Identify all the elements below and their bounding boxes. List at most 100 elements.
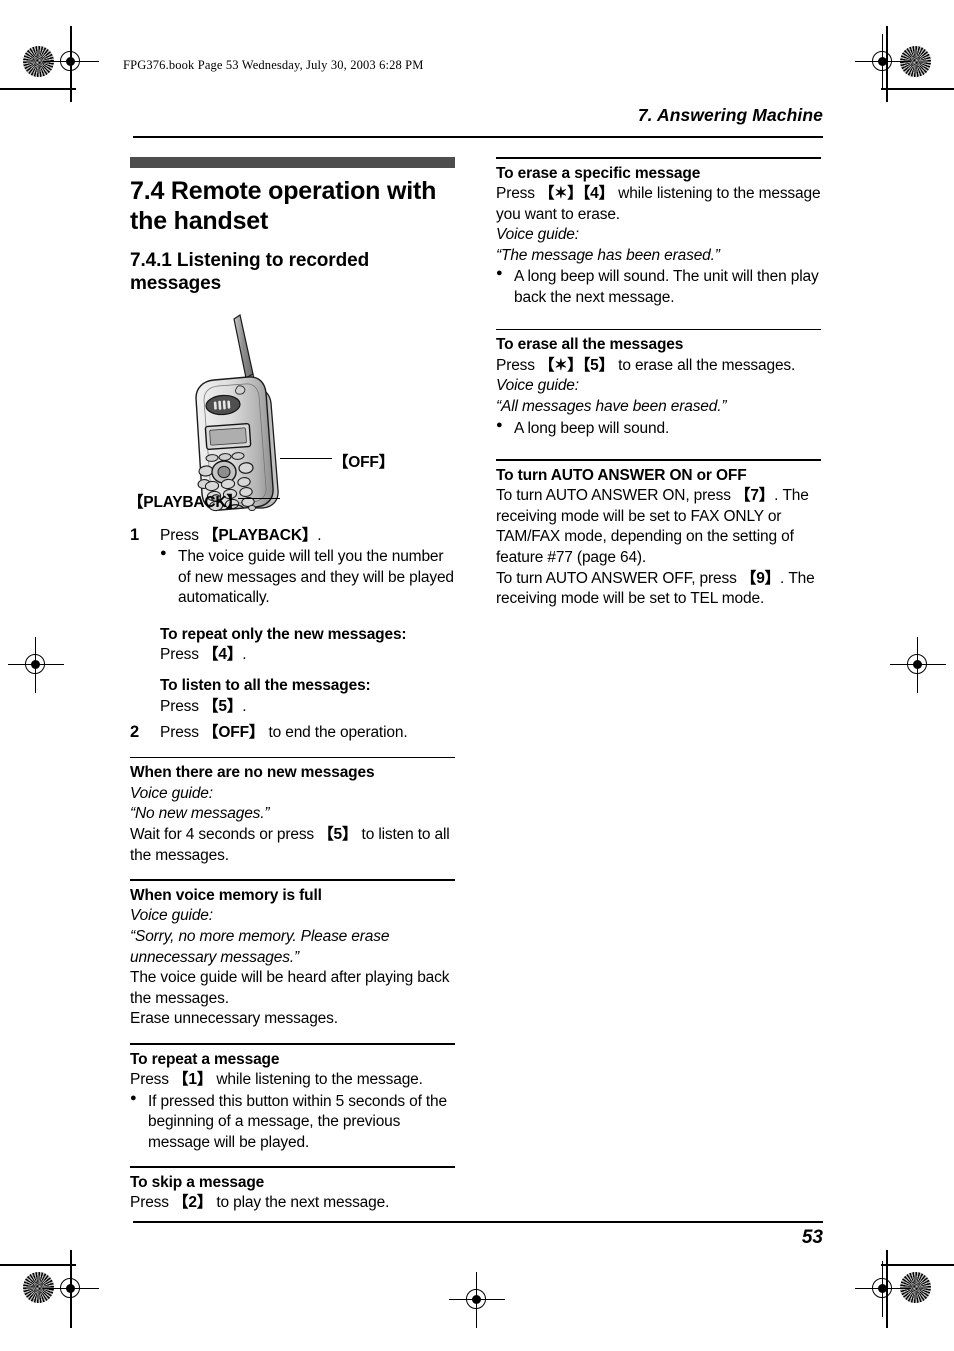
step-1-bullet: The voice guide will tell you the number… [160,546,455,609]
key-off: 【OFF】 [203,724,265,742]
skip-message-body: Press 【2】 to play the next message. [130,1193,455,1214]
erase-all-body: Press 【✶】【5】 to erase all the messages. [496,356,821,377]
erase-all-body-before: Press [496,356,540,374]
step-1-number: 1 [130,525,140,544]
skip-message-heading: To skip a message [130,1174,265,1192]
erase-specific-bullet: A long beep will sound. The unit will th… [496,266,821,308]
auto-answer-block: To turn AUTO ANSWER ON or OFF To turn AU… [496,466,821,610]
divider-erase-specific [496,157,821,159]
auto-answer-off-body: To turn AUTO ANSWER OFF, press 【9】. The … [496,569,821,610]
auto-answer-on-body: To turn AUTO ANSWER ON, press 【7】. The r… [496,486,821,568]
memory-full-body-2: Erase unnecessary messages. [130,1010,338,1028]
erase-all-voice-text: “All messages have been erased.” [496,397,727,415]
step-1: 1 Press 【PLAYBACK】. The voice guide will… [130,526,455,609]
callout-label-off: 【OFF】 [333,453,394,471]
key-5-alt: 【5】 [318,826,358,844]
document-page: FPG376.book Page 53 Wednesday, July 30, … [0,0,954,1351]
trim-line-top-left-horizontal [0,88,76,90]
auto-answer-off-before: To turn AUTO ANSWER OFF, press [496,569,741,587]
key-playback: 【PLAYBACK】 [203,526,318,544]
listen-all-period: . [242,697,247,715]
memory-full-body-1: The voice guide will be heard after play… [130,969,450,1007]
key-5: 【5】 [203,697,243,715]
repeat-new-heading: To repeat only the new messages: [160,626,407,644]
listen-all-press: Press [160,697,204,715]
listen-all-body: Press 【5】. [160,697,455,718]
trim-line-bottom-left-horizontal [0,1264,76,1266]
trim-line-top-right-horizontal [881,88,954,90]
step-2-text: Press 【OFF】 to end the operation. [160,723,455,744]
left-column: 7.4 Remote operation with the handset 7.… [128,157,455,1214]
erase-specific-body-before: Press [496,185,540,203]
auto-answer-heading: To turn AUTO ANSWER ON or OFF [496,466,747,484]
registration-mark-bottom-center [449,1272,505,1328]
chapter-heading: 7. Answering Machine [637,105,823,125]
memory-full-block: When voice memory is full Voice guide: “… [130,886,455,1030]
callout-label-playback: 【PLAYBACK】 [128,493,242,511]
section-title: 7.4 Remote operation with the handset [130,177,437,235]
no-new-messages-block: When there are no new messages Voice gui… [130,763,455,866]
listen-all-block: To listen to all the messages: Press 【5】… [160,676,455,717]
key-9: 【9】 [740,569,781,587]
key-2: 【2】 [173,1194,213,1212]
repeat-new-press: Press [160,646,204,664]
erase-specific-body: Press 【✶】【4】 while listening to the mess… [496,184,821,225]
repeat-message-bullet: If pressed this button within 5 seconds … [130,1091,455,1154]
key-4: 【4】 [203,646,243,664]
step-1-text-after: . [317,526,322,544]
header-divider [133,136,823,138]
section-accent-bar [130,157,455,168]
key-star: 【✶】 [539,185,583,203]
key-star-all: 【✶】 [539,356,583,374]
no-new-messages-voice-label: Voice guide: [130,784,213,802]
erase-specific-heading: To erase a specific message [496,164,701,182]
step-2-text-before: Press [160,724,204,742]
registration-mark-middle-left [8,637,64,693]
divider-auto-answer [496,459,821,461]
repeat-message-body-before: Press [130,1071,174,1088]
trim-line-bottom-right-horizontal [881,1264,954,1266]
handset-figure: 【OFF】 【PLAYBACK】 [128,302,455,520]
callout-leader-off [280,457,332,460]
no-new-messages-voice-text: “No new messages.” [130,805,270,823]
step-1-text-before: Press [160,526,204,544]
step-2-number: 2 [130,723,140,742]
key-7: 【7】 [734,487,775,505]
file-stamp: FPG376.book Page 53 Wednesday, July 30, … [123,58,424,72]
no-new-messages-body: Wait for 4 seconds or press 【5】 to liste… [130,825,455,866]
no-new-messages-body-before: Wait for 4 seconds or press [130,826,319,844]
erase-specific-block: To erase a specific message Press 【✶】【4】… [496,164,821,309]
registration-mark-top-right [855,34,911,90]
handset-illustration [195,313,279,511]
erase-all-voice-label: Voice guide: [496,377,579,395]
erase-specific-voice-text: “The message has been erased.” [496,246,720,264]
registration-mark-middle-right [890,637,946,693]
trim-line-right-bottom-vertical [886,1250,888,1328]
divider-repeat-message [130,1042,455,1045]
divider-skip-message [130,1166,455,1169]
footer-divider [133,1221,823,1223]
repeat-message-body-after: while listening to the message. [212,1071,423,1088]
divider-no-new-messages [130,756,455,759]
trim-line-left-bottom-vertical [70,1250,72,1328]
erase-all-block: To erase all the messages Press 【✶】【5】 t… [496,335,821,439]
trim-line-left-vertical [70,26,72,102]
skip-message-block: To skip a message Press 【2】 to play the … [130,1173,455,1214]
auto-answer-on-before: To turn AUTO ANSWER ON, press [496,487,735,505]
key-1: 【1】 [173,1071,213,1088]
key-5-erase: 【5】 [582,356,615,374]
step-1-text: Press 【PLAYBACK】. [160,526,455,547]
divider-memory-full [130,879,455,881]
listen-all-heading: To listen to all the messages: [160,677,371,695]
no-new-messages-heading: When there are no new messages [130,764,375,782]
memory-full-voice-label: Voice guide: [130,907,213,925]
erase-all-bullet: A long beep will sound. [496,418,821,440]
trim-line-right-vertical [886,26,888,102]
subsection-title: 7.4.1 Listening to recorded messages [130,250,370,294]
memory-full-voice-text: “Sorry, no more memory. Please erase unn… [130,927,390,966]
erase-all-body-after: to erase all the messages. [614,356,796,374]
memory-full-heading: When voice memory is full [130,886,322,904]
callout-leader-playback [238,497,280,500]
repeat-new-block: To repeat only the new messages: Press 【… [160,625,455,666]
step-2: 2 Press 【OFF】 to end the operation. [130,723,455,744]
